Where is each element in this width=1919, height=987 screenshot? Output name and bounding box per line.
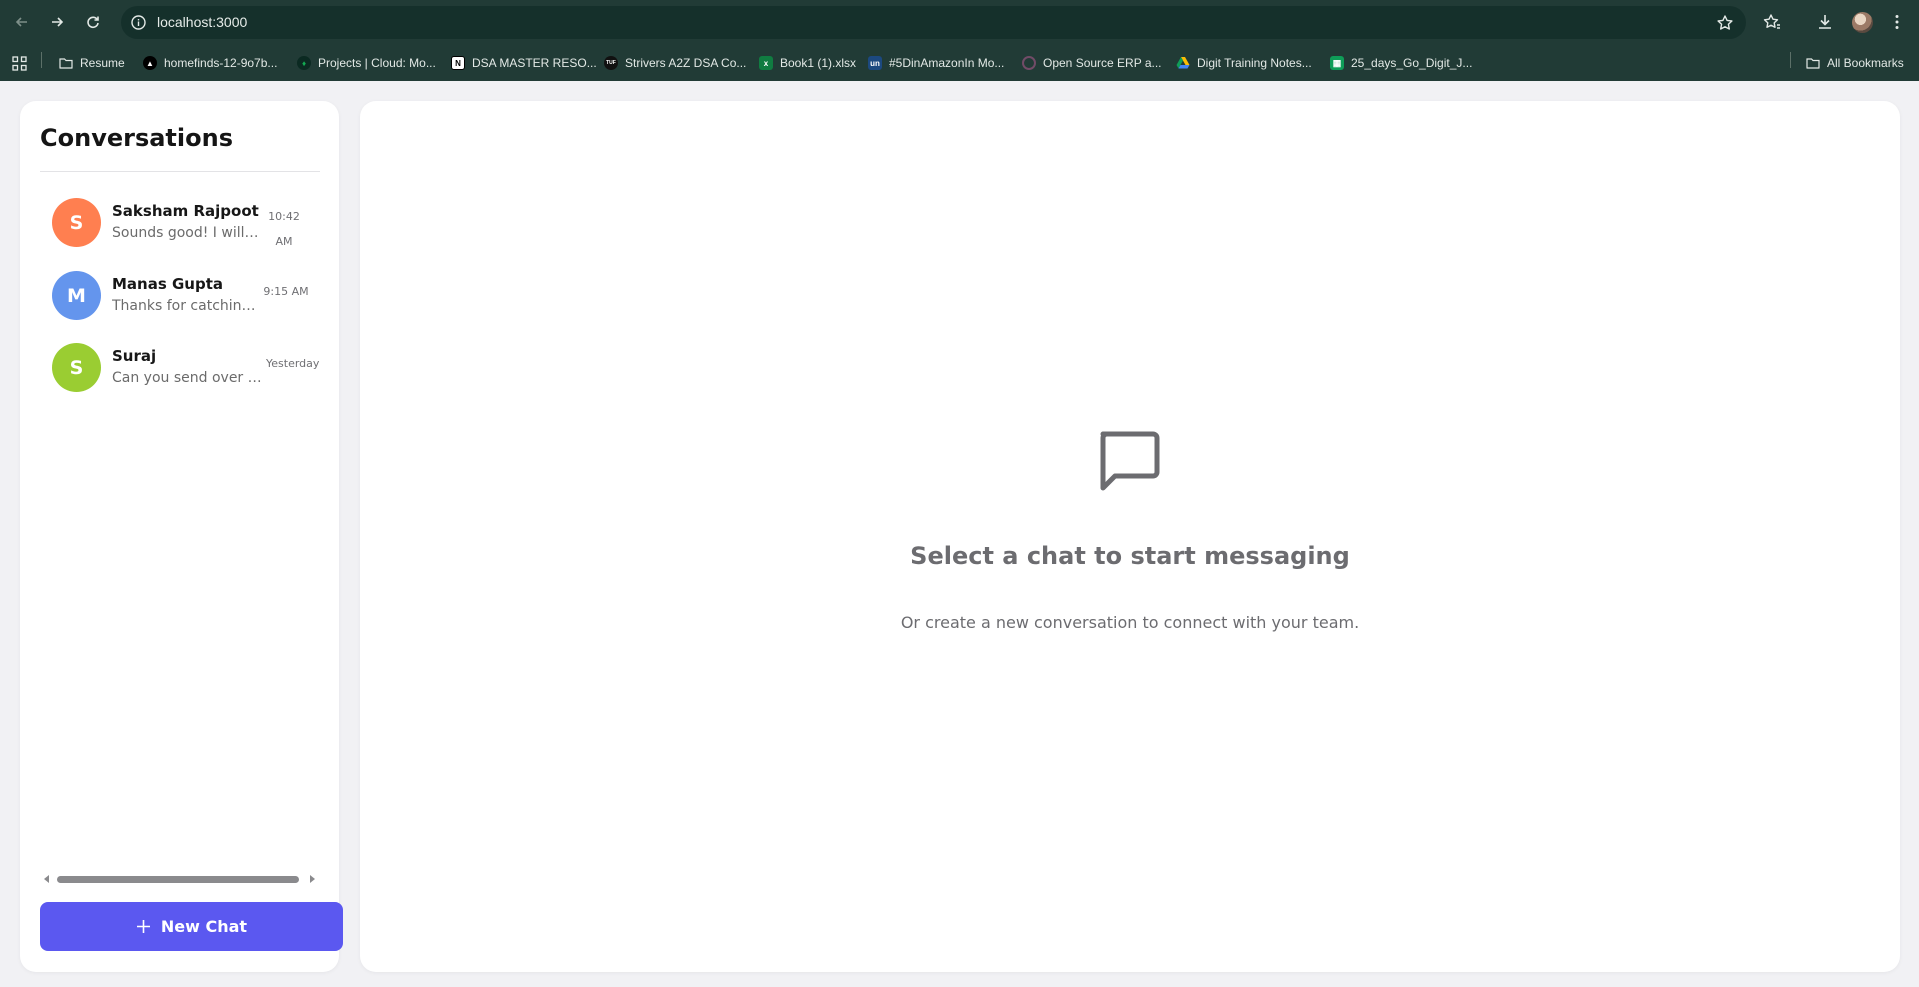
bookmarks-bar: Resume ▲ homefinds-12-9o7b... ♦ Projects… bbox=[0, 45, 1919, 81]
chat-panel: Select a chat to start messaging Or crea… bbox=[360, 101, 1900, 972]
conversation-time: Yesterday bbox=[266, 357, 320, 370]
notion-icon: N bbox=[451, 56, 465, 70]
conversation-item[interactable]: S Saksham Rajpoot Sounds good! I will c.… bbox=[40, 191, 320, 255]
bookmark-item[interactable]: Resume bbox=[59, 54, 125, 72]
new-chat-button[interactable]: New Chat bbox=[40, 902, 343, 951]
apps-grid-icon bbox=[12, 55, 27, 71]
empty-state-title: Select a chat to start messaging bbox=[910, 542, 1350, 570]
bookmarks-manager-button[interactable] bbox=[1762, 12, 1782, 32]
site-info-icon[interactable] bbox=[130, 14, 147, 31]
bookmark-item[interactable]: ♦ Projects | Cloud: Mo... bbox=[297, 54, 436, 72]
apps-button[interactable] bbox=[12, 54, 27, 72]
conversation-name: Suraj bbox=[112, 347, 157, 365]
scrollbar-thumb[interactable] bbox=[57, 876, 299, 883]
back-button[interactable] bbox=[10, 10, 34, 34]
url-text[interactable]: localhost:3000 bbox=[157, 14, 247, 30]
folder-icon bbox=[59, 58, 73, 69]
google-drive-icon bbox=[1176, 57, 1190, 69]
vercel-triangle-icon: ▲ bbox=[143, 56, 157, 70]
scroll-left-arrow-icon[interactable] bbox=[42, 874, 52, 884]
empty-state-subtitle: Or create a new conversation to connect … bbox=[900, 613, 1360, 632]
browser-toolbar: localhost:3000 bbox=[0, 0, 1919, 45]
bookmark-star-icon[interactable] bbox=[1716, 14, 1734, 32]
conversation-preview: Thanks for catching... bbox=[112, 298, 262, 314]
new-chat-label: New Chat bbox=[160, 917, 248, 936]
arrow-right-icon bbox=[52, 17, 64, 27]
reload-button[interactable] bbox=[81, 10, 105, 34]
conversation-time: 9:15 AM bbox=[263, 285, 309, 298]
conversation-item[interactable]: M Manas Gupta Thanks for catching... 9:1… bbox=[40, 264, 320, 328]
divider bbox=[40, 171, 320, 172]
star-list-icon bbox=[1763, 14, 1780, 29]
reload-icon bbox=[87, 16, 99, 29]
avatar: S bbox=[52, 343, 101, 392]
conversation-name: Saksham Rajpoot bbox=[112, 202, 259, 220]
downloads-button[interactable] bbox=[1815, 12, 1835, 32]
browser-menu-button[interactable] bbox=[1887, 12, 1907, 32]
bookmark-item[interactable]: un #5DinAmazonIn Mo... bbox=[868, 54, 1004, 72]
scroll-right-arrow-icon[interactable] bbox=[307, 874, 317, 884]
google-sheets-icon: ▦ bbox=[1330, 56, 1344, 70]
conversation-preview: Can you send over t... bbox=[112, 370, 262, 386]
bookmark-separator bbox=[1790, 52, 1791, 68]
conversation-time: 10:42 AM bbox=[268, 210, 300, 248]
bookmark-item[interactable]: Digit Training Notes... bbox=[1176, 54, 1312, 72]
avatar: S bbox=[52, 198, 101, 247]
conversation-preview: Sounds good! I will c... bbox=[112, 225, 262, 241]
kebab-menu-icon bbox=[1895, 15, 1899, 29]
bookmark-item[interactable]: Open Source ERP a... bbox=[1022, 54, 1162, 72]
arrow-left-icon bbox=[15, 17, 27, 27]
conversation-name: Manas Gupta bbox=[112, 275, 224, 293]
horizontal-scrollbar[interactable] bbox=[40, 873, 319, 885]
folder-icon bbox=[1806, 58, 1820, 69]
conversation-item[interactable]: S Suraj Can you send over t... Yesterday bbox=[40, 336, 320, 400]
chat-bubble-icon bbox=[1100, 431, 1160, 491]
bookmark-item[interactable]: x Book1 (1).xlsx bbox=[759, 54, 856, 72]
tuf-icon: TUF bbox=[604, 56, 618, 70]
bookmark-item[interactable]: N DSA MASTER RESO... bbox=[451, 54, 597, 72]
unstop-icon: un bbox=[868, 56, 882, 70]
avatar: M bbox=[52, 271, 101, 320]
erp-ring-icon bbox=[1022, 56, 1036, 70]
bookmark-separator bbox=[41, 52, 42, 68]
plus-icon bbox=[136, 920, 150, 933]
profile-avatar[interactable] bbox=[1852, 12, 1873, 33]
forward-button[interactable] bbox=[45, 10, 69, 34]
download-icon bbox=[1819, 15, 1831, 29]
browser-chrome: localhost:3000 Resume ▲ homefinds-12-9o7… bbox=[0, 0, 1919, 81]
mongodb-leaf-icon: ♦ bbox=[297, 56, 311, 70]
excel-icon: x bbox=[759, 56, 773, 70]
sidebar-title: Conversations bbox=[40, 124, 233, 152]
all-bookmarks-button[interactable]: All Bookmarks bbox=[1806, 54, 1904, 72]
conversations-sidebar: Conversations S Saksham Rajpoot Sounds g… bbox=[20, 101, 343, 972]
bookmark-item[interactable]: TUF Strivers A2Z DSA Co... bbox=[604, 54, 746, 72]
address-bar[interactable]: localhost:3000 bbox=[121, 6, 1746, 39]
bookmark-item[interactable]: ▲ homefinds-12-9o7b... bbox=[143, 54, 277, 72]
bookmark-item[interactable]: ▦ 25_days_Go_Digit_J... bbox=[1330, 54, 1472, 72]
